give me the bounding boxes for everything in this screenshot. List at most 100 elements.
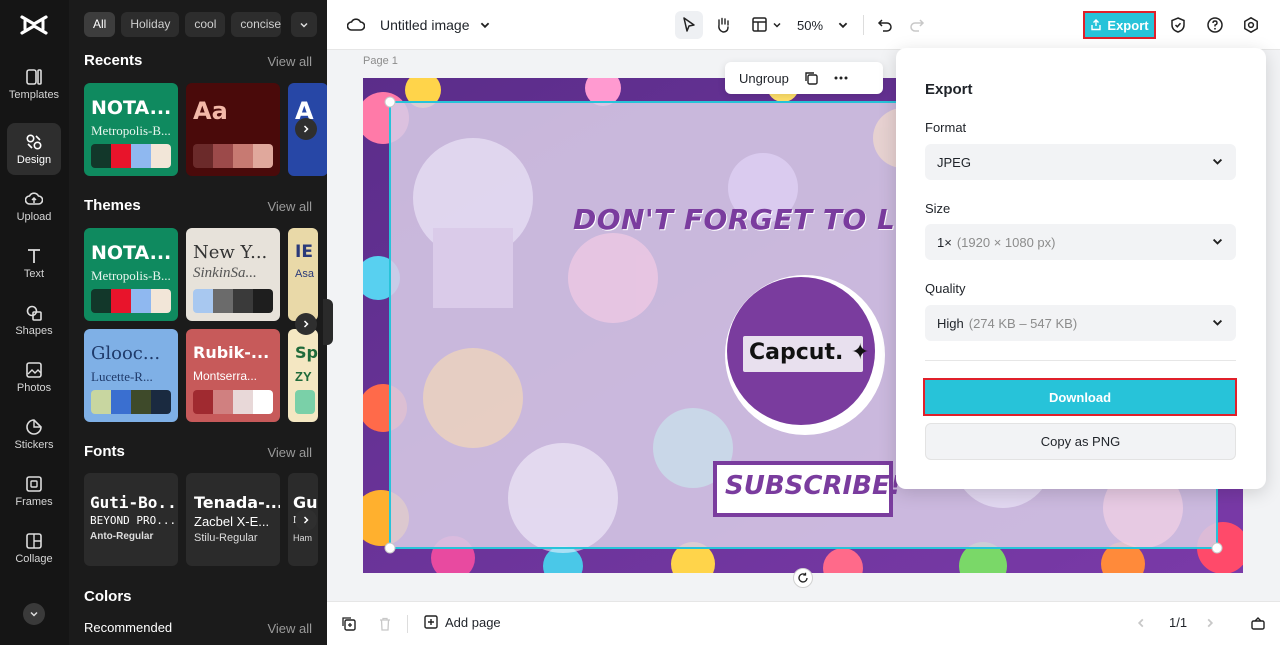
size-value: 1× — [937, 234, 952, 250]
recent-card[interactable]: Aa — [186, 83, 280, 176]
chips-expand-button[interactable] — [291, 12, 317, 37]
rail-frames[interactable]: Frames — [7, 465, 61, 517]
panel-collapse-handle[interactable] — [323, 299, 333, 345]
rail-text-label: Text — [23, 267, 45, 280]
export-button-label: Export — [1107, 17, 1149, 33]
trash-icon[interactable] — [377, 616, 393, 632]
font-name: Guti-Bo... — [90, 493, 178, 512]
colors-title: Colors — [84, 588, 132, 605]
recents-next-button[interactable] — [295, 118, 317, 140]
resize-handle[interactable] — [1211, 542, 1223, 554]
page-panel-icon[interactable] — [1250, 615, 1266, 631]
upload-icon — [25, 191, 43, 205]
font-card[interactable]: Guti-Bo... BEYOND PRO... Anto-Regular — [84, 473, 178, 566]
theme-card[interactable]: NOTA... Metropolis-B... — [84, 228, 178, 321]
rotate-handle[interactable] — [793, 568, 813, 588]
rail-design[interactable]: Design — [7, 123, 61, 175]
font-tertiary: Ham — [293, 533, 313, 543]
theme-card[interactable]: Glooc... Lucette-R... — [84, 329, 178, 422]
recents-cards: NOTA... Metropolis-B... Aa A — [84, 83, 327, 176]
design-panel: All Holiday cool concise Recents View al… — [69, 0, 327, 645]
duplicate-icon[interactable] — [803, 70, 819, 86]
document-title[interactable]: Untitled image — [380, 13, 491, 37]
theme-card[interactable]: IE Asa — [288, 228, 318, 321]
card-title: IE — [295, 242, 313, 262]
settings-button[interactable] — [1240, 13, 1262, 37]
recents-title: Recents — [84, 52, 143, 69]
element-toolbar: Ungroup — [725, 62, 883, 94]
theme-card[interactable]: New Y... SinkinSa... — [186, 228, 280, 321]
rail-photos[interactable]: Photos — [7, 351, 61, 403]
chip-all[interactable]: All — [84, 12, 116, 37]
layout-button[interactable] — [748, 13, 784, 37]
export-button[interactable]: Export — [1083, 11, 1156, 39]
theme-card[interactable]: Sp ZY — [288, 329, 318, 422]
recents-view-all[interactable]: View all — [267, 54, 312, 69]
redo-button[interactable] — [907, 13, 927, 37]
cloud-save-button[interactable] — [345, 13, 367, 37]
theme-card[interactable]: Rubik-... Montserra... — [186, 329, 280, 422]
card-swatches — [91, 144, 171, 168]
size-select[interactable]: 1× (1920 × 1080 px) — [925, 224, 1236, 260]
rail-collage[interactable]: Collage — [7, 522, 61, 574]
card-subtitle: ZY — [295, 369, 312, 384]
canvas-subscribe-text[interactable]: SUBSCRIBE! — [725, 471, 902, 501]
export-panel-title: Export — [925, 81, 973, 98]
zoom-control[interactable]: 50% — [797, 13, 849, 37]
fonts-cards: Guti-Bo... BEYOND PRO... Anto-Regular Te… — [84, 473, 318, 566]
fonts-next-button[interactable] — [295, 509, 317, 531]
colors-view-all[interactable]: View all — [267, 621, 312, 636]
themes-cards-row2: Glooc... Lucette-R... Rubik-... Montserr… — [84, 329, 318, 422]
font-card[interactable]: Tenada-... Zacbel X-E... Stilu-Regular — [186, 473, 280, 566]
chip-cool[interactable]: cool — [185, 12, 226, 37]
download-button[interactable]: Download — [923, 378, 1237, 416]
chevron-right-icon — [303, 125, 309, 133]
prev-page-icon[interactable] — [1135, 617, 1147, 629]
fonts-view-all[interactable]: View all — [267, 445, 312, 460]
frames-icon — [26, 475, 42, 492]
copy-as-png-button[interactable]: Copy as PNG — [925, 423, 1236, 460]
undo-button[interactable] — [875, 13, 895, 37]
ungroup-button[interactable]: Ungroup — [739, 71, 789, 86]
rail-text[interactable]: Text — [7, 237, 61, 289]
more-options-icon[interactable] — [833, 70, 849, 86]
rail-templates[interactable]: Templates — [7, 58, 61, 110]
add-to-page-icon[interactable] — [341, 616, 357, 632]
card-title: NOTA... — [91, 242, 172, 264]
select-tool-button[interactable] — [675, 11, 703, 39]
add-page-button[interactable]: Add page — [423, 614, 501, 630]
document-title-text: Untitled image — [380, 17, 470, 33]
chip-concise[interactable]: concise — [231, 12, 282, 37]
rail-stickers[interactable]: Stickers — [7, 408, 61, 460]
quality-select[interactable]: High (274 KB – 547 KB) — [925, 305, 1236, 341]
export-divider — [925, 360, 1236, 361]
format-select[interactable]: JPEG — [925, 144, 1236, 180]
share-icon — [1091, 19, 1102, 31]
font-tertiary: Stilu-Regular — [194, 532, 258, 544]
themes-view-all[interactable]: View all — [267, 199, 312, 214]
hand-tool-button[interactable] — [712, 13, 734, 37]
canvas-badge-label: Capcut. — [749, 340, 844, 365]
canvas-badge-text[interactable]: Capcut. ✦ — [749, 340, 869, 365]
rail-more-button[interactable] — [23, 603, 45, 625]
help-button[interactable] — [1204, 13, 1226, 37]
shapes-icon — [26, 305, 42, 321]
card-title: Rubik-... — [193, 343, 270, 362]
capcut-logo-icon[interactable] — [19, 12, 49, 38]
quality-label: Quality — [925, 281, 966, 296]
card-subtitle: Lucette-R... — [91, 369, 153, 384]
chip-holiday[interactable]: Holiday — [121, 12, 180, 37]
resize-handle[interactable] — [384, 96, 396, 108]
shield-button[interactable] — [1167, 13, 1189, 37]
themes-next-button[interactable] — [295, 313, 317, 335]
card-subtitle: Metropolis-B... — [91, 268, 171, 283]
fonts-title: Fonts — [84, 443, 125, 460]
cursor-icon — [683, 17, 695, 32]
rail-templates-label: Templates — [8, 88, 60, 101]
resize-handle[interactable] — [384, 542, 396, 554]
card-swatches — [193, 144, 273, 168]
rail-shapes[interactable]: Shapes — [7, 294, 61, 346]
recent-card[interactable]: NOTA... Metropolis-B... — [84, 83, 178, 176]
next-page-icon[interactable] — [1204, 617, 1216, 629]
rail-upload[interactable]: Upload — [7, 180, 61, 232]
